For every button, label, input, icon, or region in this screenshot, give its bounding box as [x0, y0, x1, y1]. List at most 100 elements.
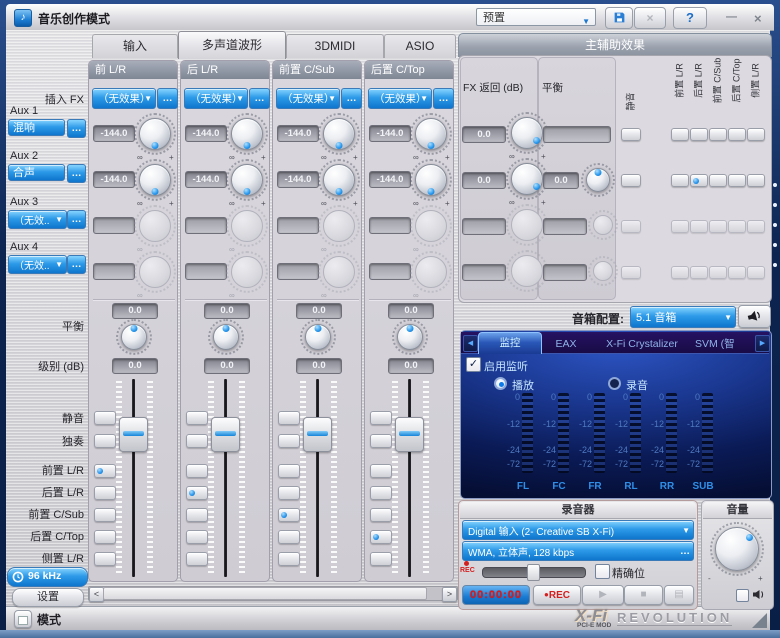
monitor-tab-eax[interactable]: EAX — [543, 335, 589, 353]
fx3-route-center-sub-button[interactable] — [709, 220, 727, 233]
precise-checkbox[interactable] — [595, 564, 610, 579]
strip-route-rear-top-button[interactable] — [186, 530, 208, 544]
fx4-route-rear-lr-button[interactable] — [690, 266, 708, 279]
tab-asio[interactable]: ASIO — [384, 34, 456, 58]
fx1-route-rear-lr-button[interactable] — [690, 128, 708, 141]
strip-route-front-lr-button[interactable] — [278, 464, 300, 478]
strips-scrollbar[interactable]: < > — [88, 586, 458, 602]
strip-solo-button[interactable] — [94, 434, 116, 448]
aux3-send-knob[interactable] — [134, 205, 176, 247]
fx4-balance-knob[interactable] — [588, 256, 618, 286]
strip-mute-button[interactable] — [370, 411, 392, 425]
strip-mute-button[interactable] — [94, 411, 116, 425]
strip-route-rear-lr-button[interactable] — [278, 486, 300, 500]
fx1-route-front-lr-button[interactable] — [671, 128, 689, 141]
mode-button[interactable]: 模式 — [37, 611, 61, 628]
strip-route-center-sub-button[interactable] — [370, 508, 392, 522]
help-button[interactable]: ? — [673, 7, 707, 29]
level-fader-handle[interactable] — [395, 417, 424, 452]
fx2-route-rear-lr-button[interactable] — [690, 174, 708, 187]
aux1-more-button[interactable]: … — [67, 119, 86, 138]
aux2-send-knob[interactable] — [318, 159, 360, 201]
scrollbar-thumb[interactable] — [103, 587, 427, 600]
strip-fx-select[interactable]: （无效果） ▼ — [368, 88, 432, 109]
recorder-input-select[interactable]: Digital 输入 (2- Creative SB X-Fi) ▼ — [462, 520, 694, 540]
tab-input[interactable]: 输入 — [92, 34, 178, 58]
aux2-effect-button[interactable]: 合声 — [8, 164, 65, 181]
fx3-mute-button[interactable] — [621, 220, 641, 233]
fx2-route-center-sub-button[interactable] — [709, 174, 727, 187]
strip-mute-button[interactable] — [278, 411, 300, 425]
fx1-return-knob[interactable] — [506, 112, 548, 154]
strip-route-side-lr-button[interactable] — [370, 552, 392, 566]
aux4-more-button[interactable]: … — [67, 255, 86, 274]
fx3-route-front-lr-button[interactable] — [671, 220, 689, 233]
fx4-route-rear-top-button[interactable] — [728, 266, 746, 279]
sample-rate-button[interactable]: 96 kHz — [7, 567, 88, 587]
strip-route-center-sub-button[interactable] — [94, 508, 116, 522]
strip-fx-more-button[interactable]: … — [341, 88, 362, 109]
minimize-button[interactable]: — — [726, 11, 737, 23]
strip-route-front-lr-button[interactable] — [94, 464, 116, 478]
fx1-route-rear-top-button[interactable] — [728, 128, 746, 141]
fx2-return-knob[interactable] — [506, 158, 548, 200]
strip-route-rear-top-button[interactable] — [278, 530, 300, 544]
aux4-send-knob[interactable] — [318, 251, 360, 293]
strip-fx-more-button[interactable]: … — [249, 88, 270, 109]
balance-knob[interactable] — [300, 319, 336, 355]
strip-route-front-lr-button[interactable] — [186, 464, 208, 478]
delete-preset-button[interactable]: × — [634, 7, 666, 29]
aux4-send-knob[interactable] — [134, 251, 176, 293]
level-fader-handle[interactable] — [303, 417, 332, 452]
fx2-route-front-lr-button[interactable] — [671, 174, 689, 187]
strip-route-rear-lr-button[interactable] — [186, 486, 208, 500]
monitor-tab-monitoring[interactable]: 监控 — [478, 332, 542, 354]
fx2-mute-button[interactable] — [621, 174, 641, 187]
volume-mute-checkbox[interactable] — [736, 589, 749, 602]
aux2-send-knob[interactable] — [226, 159, 268, 201]
speaker-settings-button[interactable] — [738, 305, 771, 328]
aux1-send-knob[interactable] — [318, 113, 360, 155]
speaker-config-select[interactable]: 5.1 音箱 ▼ — [630, 306, 736, 328]
fx4-route-side-lr-button[interactable] — [747, 266, 765, 279]
strip-route-side-lr-button[interactable] — [186, 552, 208, 566]
aux3-send-knob[interactable] — [410, 205, 452, 247]
strip-route-rear-lr-button[interactable] — [94, 486, 116, 500]
tab-multichannel-wave[interactable]: 多声道波形 — [178, 31, 286, 59]
aux2-send-knob[interactable] — [134, 159, 176, 201]
balance-knob[interactable] — [116, 319, 152, 355]
monitor-tabs-right-arrow[interactable]: ▶ — [755, 335, 770, 352]
strip-fx-select[interactable]: （无效果） ▼ — [92, 88, 156, 109]
strip-fx-more-button[interactable]: … — [157, 88, 178, 109]
aux1-send-knob[interactable] — [410, 113, 452, 155]
strip-fx-select[interactable]: （无效果） ▼ — [184, 88, 248, 109]
monitor-tab-crystalizer[interactable]: X-Fi Crystalizer — [591, 335, 693, 353]
strip-solo-button[interactable] — [186, 434, 208, 448]
enable-monitoring-checkbox[interactable]: ✓ — [466, 357, 481, 372]
preset-dropdown[interactable]: 预置 ▼ — [476, 8, 596, 26]
stop-button[interactable]: ■ — [624, 585, 663, 605]
scroll-left-arrow[interactable]: < — [89, 587, 104, 602]
settings-button[interactable]: 设置 — [12, 588, 84, 607]
fx3-route-rear-lr-button[interactable] — [690, 220, 708, 233]
fx1-mute-button[interactable] — [621, 128, 641, 141]
fx1-route-side-lr-button[interactable] — [747, 128, 765, 141]
aux1-send-knob[interactable] — [226, 113, 268, 155]
strip-route-rear-top-button[interactable] — [94, 530, 116, 544]
record-button[interactable]: ●REC — [533, 585, 581, 605]
scroll-right-arrow[interactable]: > — [442, 587, 457, 602]
rec-level-slider-thumb[interactable] — [527, 564, 540, 581]
resize-grip[interactable] — [752, 613, 767, 628]
aux1-effect-button[interactable]: 混响 — [8, 119, 65, 136]
balance-knob[interactable] — [392, 319, 428, 355]
fx1-route-center-sub-button[interactable] — [709, 128, 727, 141]
strip-route-center-sub-button[interactable] — [278, 508, 300, 522]
fx2-balance-knob[interactable] — [581, 163, 615, 197]
strip-route-front-lr-button[interactable] — [370, 464, 392, 478]
fx4-mute-button[interactable] — [621, 266, 641, 279]
fx2-route-rear-top-button[interactable] — [728, 174, 746, 187]
fx4-route-center-sub-button[interactable] — [709, 266, 727, 279]
strip-mute-button[interactable] — [186, 411, 208, 425]
aux4-send-knob[interactable] — [410, 251, 452, 293]
close-button[interactable]: × — [754, 11, 762, 26]
